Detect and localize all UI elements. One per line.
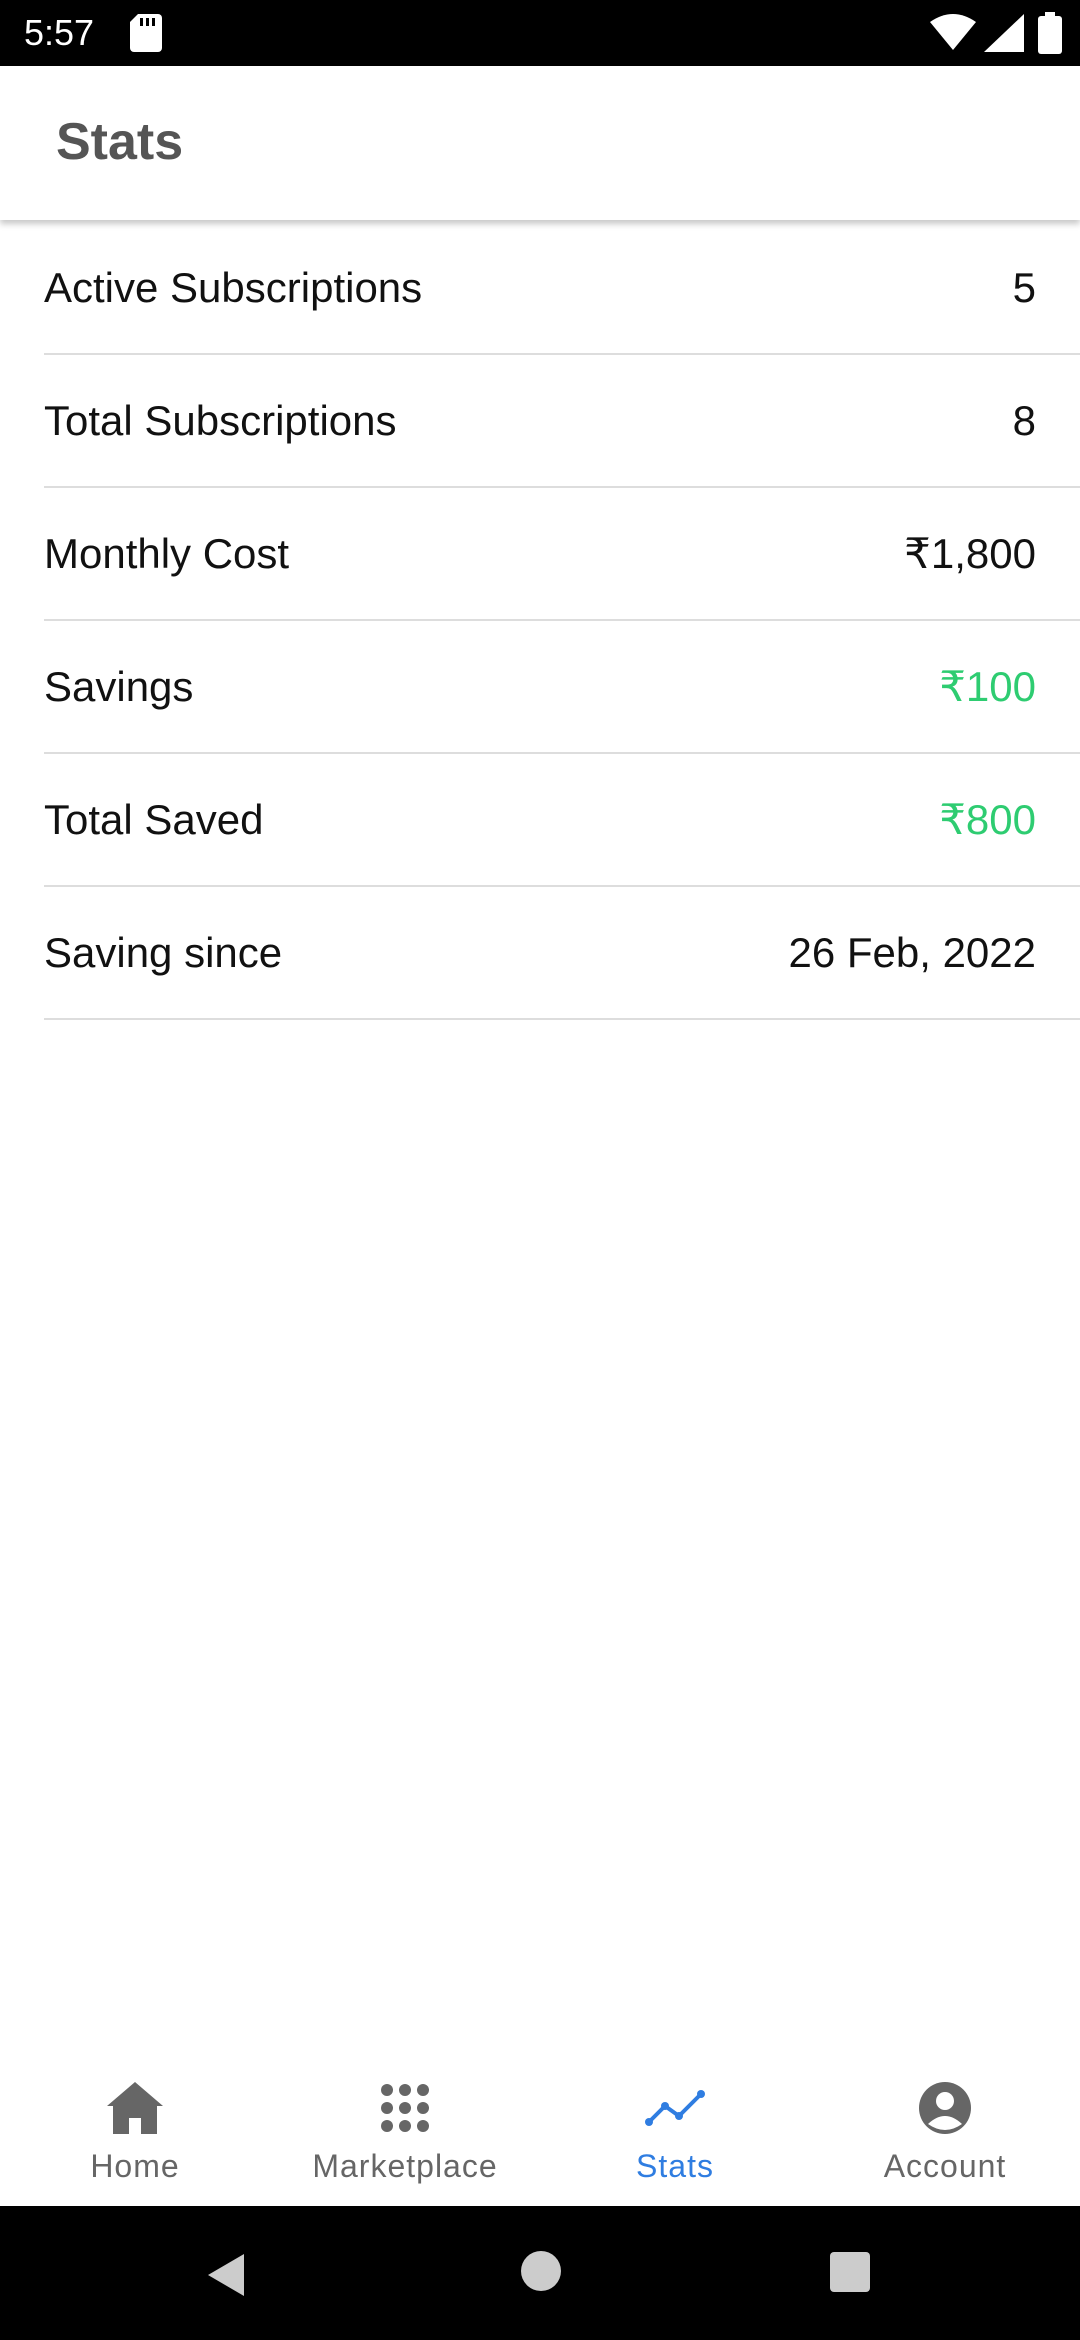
system-navigation-bar bbox=[0, 2206, 1080, 2340]
trend-line-icon bbox=[645, 2090, 705, 2126]
stat-row: Total Saved ₹800 bbox=[44, 754, 1080, 887]
nav-item-home[interactable]: Home bbox=[0, 2060, 270, 2206]
nav-item-stats[interactable]: Stats bbox=[540, 2060, 810, 2206]
nav-label-marketplace: Marketplace bbox=[312, 2148, 498, 2184]
status-bar: 5:57 bbox=[0, 0, 1080, 66]
stat-label: Saving since bbox=[44, 929, 283, 976]
sd-card-icon bbox=[130, 14, 162, 52]
stat-value: ₹800 bbox=[939, 796, 1036, 843]
stat-value: 5 bbox=[1012, 264, 1036, 311]
stat-value: ₹100 bbox=[939, 663, 1036, 710]
stat-row: Active Subscriptions 5 bbox=[44, 222, 1080, 355]
recents-icon[interactable] bbox=[828, 2250, 872, 2294]
stat-label: Total Saved bbox=[44, 796, 264, 843]
back-icon[interactable] bbox=[200, 2250, 250, 2300]
stat-value: 26 Feb, 2022 bbox=[788, 929, 1036, 976]
nav-item-account[interactable]: Account bbox=[810, 2060, 1080, 2206]
nav-label-stats: Stats bbox=[636, 2148, 714, 2184]
home-circle-icon[interactable] bbox=[520, 2250, 562, 2292]
home-icon bbox=[107, 2082, 163, 2134]
stat-value: ₹1,800 bbox=[904, 530, 1036, 577]
stat-label: Savings bbox=[44, 663, 194, 710]
status-time: 5:57 bbox=[24, 12, 95, 53]
stat-label: Monthly Cost bbox=[44, 530, 290, 577]
account-circle-icon bbox=[919, 2082, 971, 2134]
bottom-navigation: Home Marketplace Stats Account bbox=[0, 2060, 1080, 2206]
nav-label-account: Account bbox=[883, 2148, 1007, 2184]
stat-value: 8 bbox=[1012, 397, 1036, 444]
nav-item-marketplace[interactable]: Marketplace bbox=[270, 2060, 540, 2206]
signal-icon bbox=[984, 14, 1024, 52]
stat-label: Active Subscriptions bbox=[44, 264, 423, 311]
apps-grid-icon bbox=[381, 2084, 429, 2132]
stat-label: Total Subscriptions bbox=[44, 397, 397, 444]
stat-row: Total Subscriptions 8 bbox=[44, 355, 1080, 488]
stats-list: Active Subscriptions 5 Total Subscriptions… bbox=[0, 222, 1080, 1020]
battery-icon bbox=[1038, 12, 1062, 54]
stat-row: Monthly Cost ₹1,800 bbox=[44, 488, 1080, 621]
stat-row: Saving since 26 Feb, 2022 bbox=[44, 887, 1080, 1020]
page-title: Stats bbox=[56, 113, 184, 171]
wifi-icon bbox=[930, 14, 976, 50]
stat-row: Savings ₹100 bbox=[44, 621, 1080, 754]
app-bar: Stats bbox=[0, 66, 1080, 220]
nav-label-home: Home bbox=[90, 2148, 180, 2184]
